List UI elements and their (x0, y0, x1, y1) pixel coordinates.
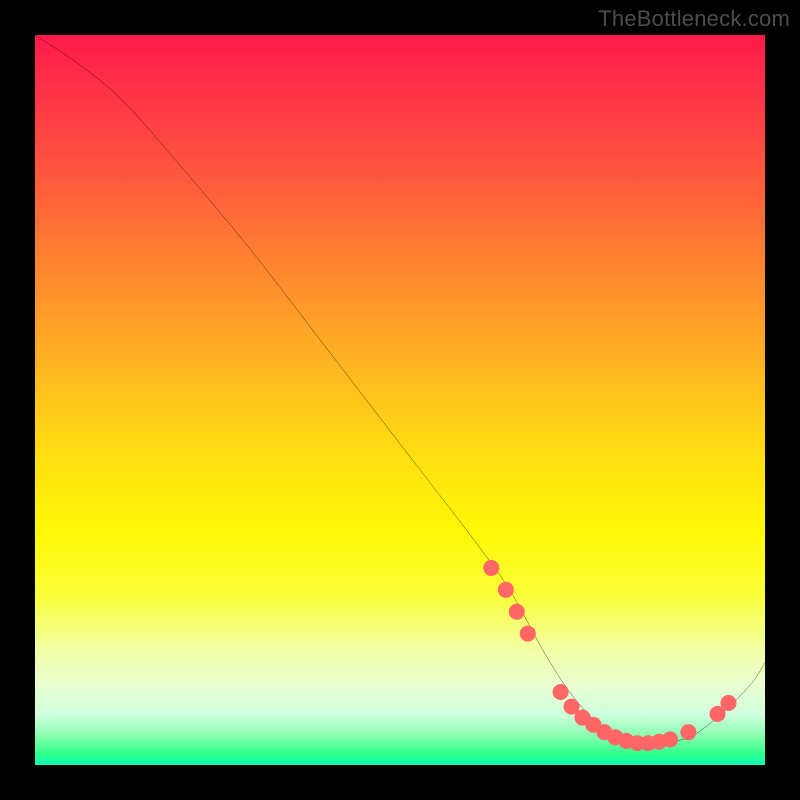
curve-line (35, 35, 765, 745)
data-marker (553, 684, 569, 700)
data-marker (483, 560, 499, 576)
chart-frame: TheBottleneck.com (0, 0, 800, 800)
plot-area (35, 35, 765, 765)
data-marker (520, 626, 536, 642)
watermark-text: TheBottleneck.com (598, 6, 790, 32)
data-marker (720, 695, 736, 711)
data-marker (498, 582, 514, 598)
data-marker (509, 604, 525, 620)
markers-group (483, 560, 736, 751)
data-marker (662, 731, 678, 747)
chart-svg (35, 35, 765, 765)
data-marker (680, 724, 696, 740)
